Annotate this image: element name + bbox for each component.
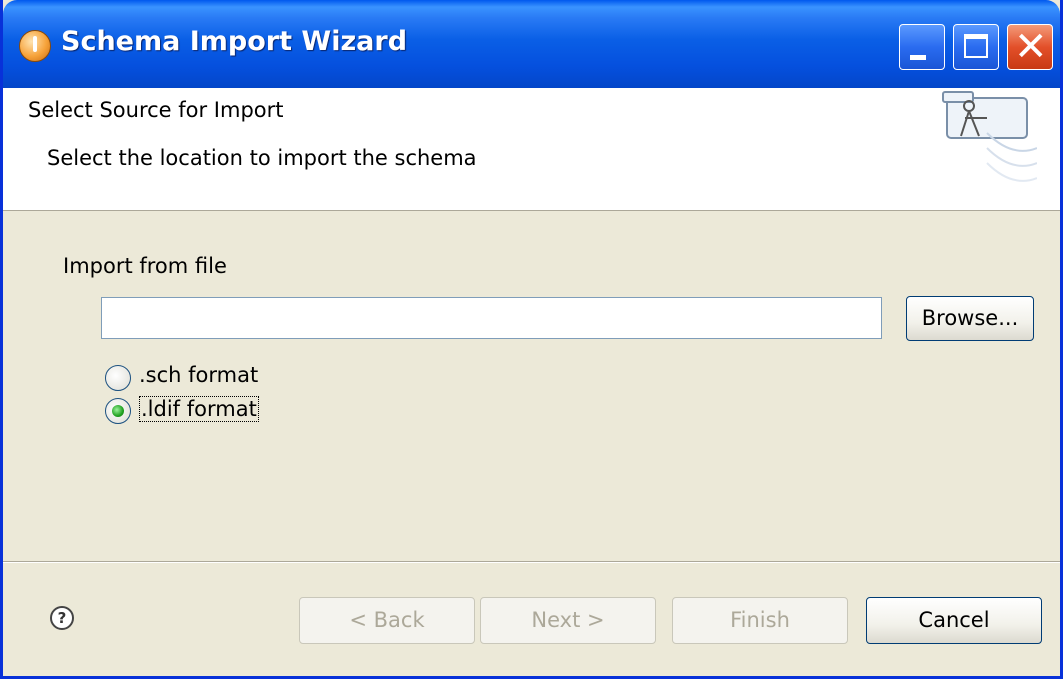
- app-icon: [19, 30, 51, 62]
- page-title: Select Source for Import: [28, 98, 284, 122]
- ldif-format-label[interactable]: .ldif format: [139, 396, 259, 422]
- maximize-button[interactable]: [953, 24, 999, 70]
- wizard-window: Schema Import Wizard ✕ Select Source for…: [0, 0, 1063, 679]
- schema-wizard-icon: [942, 91, 1037, 182]
- cancel-button[interactable]: Cancel: [866, 597, 1042, 644]
- minimize-button[interactable]: [899, 24, 945, 70]
- wizard-content: Import from file Browse... .sch format .…: [3, 211, 1060, 561]
- window-title: Schema Import Wizard: [61, 26, 408, 57]
- radio-selected-dot: [112, 405, 124, 417]
- footer-divider: [3, 561, 1060, 563]
- back-button[interactable]: < Back: [299, 597, 475, 644]
- import-from-file-label: Import from file: [63, 254, 227, 278]
- maximize-icon: [964, 34, 988, 58]
- browse-button[interactable]: Browse...: [906, 296, 1034, 341]
- close-button[interactable]: ✕: [1007, 24, 1053, 70]
- finish-button[interactable]: Finish: [672, 597, 848, 644]
- ldif-format-radio[interactable]: [105, 398, 131, 424]
- minimize-icon: [910, 55, 926, 60]
- page-description: Select the location to import the schema: [47, 146, 477, 170]
- title-bar[interactable]: Schema Import Wizard ✕: [3, 0, 1060, 88]
- wizard-banner: Select Source for Import Select the loca…: [3, 88, 1060, 211]
- help-icon[interactable]: ?: [50, 606, 74, 630]
- sch-format-label[interactable]: .sch format: [139, 363, 258, 387]
- sch-format-radio[interactable]: [105, 365, 131, 391]
- next-button[interactable]: Next >: [480, 597, 656, 644]
- file-path-input[interactable]: [101, 297, 882, 339]
- close-icon: ✕: [1014, 24, 1048, 70]
